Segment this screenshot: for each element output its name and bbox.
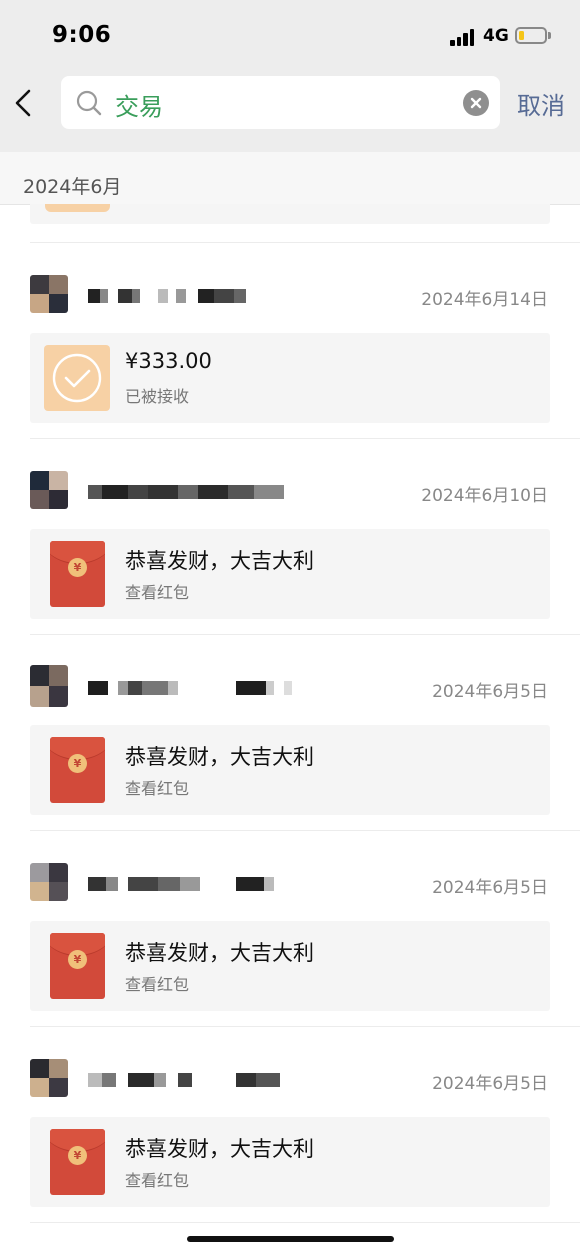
blurred-name <box>88 285 248 307</box>
search-input[interactable]: 交易 <box>61 76 500 129</box>
clear-search-button[interactable] <box>463 90 489 116</box>
search-query: 交易 <box>115 93 163 121</box>
red-packet-icon: ¥ <box>50 933 105 999</box>
avatar <box>30 665 68 707</box>
transfer-status: 已被接收 <box>125 387 190 406</box>
blurred-name <box>88 481 298 503</box>
red-packet-card[interactable]: ¥ 恭喜发财，大吉大利 查看红包 <box>30 1117 550 1207</box>
list-item[interactable]: 2024年6月10日 ¥ 恭喜发财，大吉大利 查看红包 <box>0 439 580 635</box>
battery-nub <box>548 32 551 39</box>
red-packet-card[interactable]: ¥ 恭喜发财，大吉大利 查看红包 <box>30 529 550 619</box>
transaction-date: 2024年6月5日 <box>432 682 548 702</box>
list-item[interactable]: 2024年6月14日 ¥333.00 已被接收 <box>0 243 580 439</box>
cancel-button[interactable]: 取消 <box>517 86 565 121</box>
list-item[interactable]: 2024年6月5日 ¥ 恭喜发财，大吉大利 查看红包 <box>0 1027 580 1223</box>
month-section-header: 2024年6月 <box>0 152 580 205</box>
status-time: 9:06 <box>52 22 112 48</box>
transaction-date: 2024年6月10日 <box>421 486 548 506</box>
transfer-amount: ¥333.00 <box>125 349 212 373</box>
partial-transfer-card[interactable] <box>30 204 550 224</box>
list-item[interactable]: 2024年6月5日 ¥ 恭喜发财，大吉大利 查看红包 <box>0 635 580 831</box>
transaction-date: 2024年6月14日 <box>421 290 548 310</box>
avatar <box>30 1059 68 1097</box>
red-packet-icon: ¥ <box>50 541 105 607</box>
status-bar: 9:06 4G <box>0 0 580 72</box>
network-type: 4G <box>483 26 509 46</box>
transaction-date: 2024年6月5日 <box>432 1074 548 1094</box>
home-indicator[interactable] <box>187 1236 394 1242</box>
view-red-packet: 查看红包 <box>125 779 190 798</box>
view-red-packet: 查看红包 <box>125 975 190 994</box>
blurred-name <box>88 677 298 699</box>
red-packet-card[interactable]: ¥ 恭喜发财，大吉大利 查看红包 <box>30 921 550 1011</box>
transfer-icon <box>45 204 110 212</box>
avatar <box>30 275 68 313</box>
transfer-card[interactable]: ¥333.00 已被接收 <box>30 333 550 423</box>
back-button[interactable] <box>10 86 40 120</box>
signal-icon <box>450 28 476 46</box>
search-icon <box>76 90 102 116</box>
transaction-list[interactable]: 2024年6月14日 ¥333.00 已被接收 2024年6月10日 ¥ 恭喜发… <box>0 204 580 1255</box>
blurred-name <box>88 1069 298 1091</box>
blurred-name <box>88 873 278 895</box>
transfer-received-icon <box>44 345 110 411</box>
red-packet-greeting: 恭喜发财，大吉大利 <box>125 745 314 769</box>
red-packet-icon: ¥ <box>50 737 105 803</box>
battery-icon <box>515 27 547 44</box>
red-packet-greeting: 恭喜发财，大吉大利 <box>125 941 314 965</box>
chevron-left-icon <box>15 89 31 117</box>
divider <box>30 1222 580 1223</box>
transaction-date: 2024年6月5日 <box>432 878 548 898</box>
close-icon <box>470 97 482 109</box>
red-packet-greeting: 恭喜发财，大吉大利 <box>125 549 314 573</box>
red-packet-icon: ¥ <box>50 1129 105 1195</box>
avatar <box>30 863 68 901</box>
month-label: 2024年6月 <box>23 176 122 198</box>
red-packet-greeting: 恭喜发财，大吉大利 <box>125 1137 314 1161</box>
list-item[interactable]: 2024年6月5日 ¥ 恭喜发财，大吉大利 查看红包 <box>0 831 580 1027</box>
search-header: 交易 取消 <box>0 72 580 152</box>
red-packet-card[interactable]: ¥ 恭喜发财，大吉大利 查看红包 <box>30 725 550 815</box>
view-red-packet: 查看红包 <box>125 1171 190 1190</box>
view-red-packet: 查看红包 <box>125 583 190 602</box>
avatar <box>30 471 68 509</box>
